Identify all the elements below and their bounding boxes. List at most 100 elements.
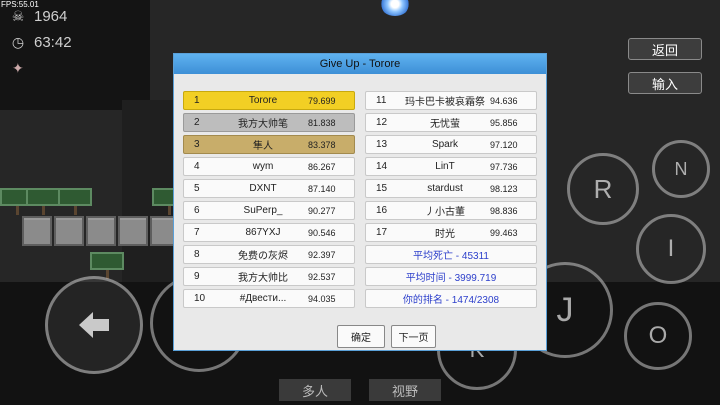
clear-time: 97.736 — [490, 161, 518, 172]
player-name: 免费の灰烬 — [238, 251, 288, 262]
arrow-left-icon — [79, 312, 109, 338]
leaderboard-row: 10 #Двести... 94.035 — [183, 289, 355, 308]
clear-time: 81.838 — [308, 117, 336, 128]
input-button[interactable]: 输入 — [628, 72, 702, 94]
timer-value: 63:42 — [34, 34, 72, 51]
player-name: LinT — [435, 161, 455, 172]
level-sign — [26, 188, 60, 215]
stone-block — [22, 216, 52, 246]
clock-icon: ◷ — [11, 34, 25, 50]
player-name: 867YXJ — [245, 227, 281, 238]
right-rows: 11 玛卡巴卡被哀霜祭 94.636 12 无忧萤 95.856 13 Spark 97.120… — [365, 91, 537, 242]
clear-time: 95.856 — [490, 117, 518, 128]
i-button[interactable]: I — [636, 214, 706, 284]
leaderboard-row: 9 我方大帅比 92.537 — [183, 267, 355, 286]
next-page-button[interactable]: 下一页 — [391, 325, 436, 348]
timer: ◷ 63:42 — [10, 34, 72, 51]
leaderboard-row: 14 LinT 97.736 — [365, 157, 537, 176]
give-up-dialog: Give Up - Torore 1 Torore 79.699 2 我方大帅笔 81.8… — [173, 53, 547, 351]
player-name: SuPerp_ — [243, 205, 283, 216]
rank-number: 17 — [376, 227, 388, 238]
player-name: stardust — [427, 183, 463, 194]
leaderboard-row: 12 无忧萤 95.856 — [365, 113, 537, 132]
sparkle-icon: ✦ — [12, 60, 24, 76]
player-name: DXNT — [249, 183, 277, 194]
player-name: Torore — [248, 95, 278, 106]
clear-time: 94.636 — [490, 95, 518, 106]
stone-block — [54, 216, 84, 246]
rank-number: 11 — [376, 95, 387, 106]
block-row — [22, 216, 180, 246]
clear-time: 90.277 — [308, 205, 336, 216]
rank-number: 7 — [194, 227, 200, 238]
leaderboard-row: 6 SuPerp_ 90.277 — [183, 201, 355, 220]
leaderboard-row: 17 时光 99.463 — [365, 223, 537, 242]
level-sign — [58, 188, 92, 215]
player-name: wym — [252, 161, 274, 172]
clear-time: 98.123 — [490, 183, 518, 194]
back-button[interactable]: 返回 — [628, 38, 702, 60]
player-name: 无忧萤 — [430, 119, 460, 130]
leaderboard-row: 5 DXNT 87.140 — [183, 179, 355, 198]
clear-time: 79.699 — [308, 95, 336, 106]
leaderboard-row: 15 stardust 98.123 — [365, 179, 537, 198]
death-count: 1964 — [34, 8, 68, 25]
death-counter: ☠ 1964 — [10, 8, 68, 25]
clear-time: 83.378 — [308, 139, 336, 150]
skull-icon: ☠ — [11, 8, 25, 24]
leaderboard-row: 3 隼人 83.378 — [183, 135, 355, 154]
r-button[interactable]: R — [567, 153, 639, 225]
clear-time: 86.267 — [308, 161, 336, 172]
clear-time: 94.035 — [308, 293, 336, 304]
leaderboard-right-column: 11 玛卡巴卡被哀霜祭 94.636 12 无忧萤 95.856 13 Spark 97.120… — [365, 91, 537, 311]
player-name: Spark — [431, 139, 459, 150]
move-left-button[interactable] — [45, 276, 143, 374]
leaderboard-row: 1 Torore 79.699 — [183, 91, 355, 110]
rank-number: 12 — [376, 117, 388, 128]
clear-time: 99.463 — [490, 227, 518, 238]
rank-number: 1 — [194, 95, 200, 106]
average-deaths: 平均死亡 - 45311 — [365, 245, 537, 264]
rank-number: 10 — [194, 293, 206, 304]
leaderboard-left-column: 1 Torore 79.699 2 我方大帅笔 81.838 3 隼人 83.378 4 wym 86… — [183, 91, 355, 311]
leaderboard-row: 13 Spark 97.120 — [365, 135, 537, 154]
player-name: 丿小古董 — [425, 207, 465, 218]
stone-block — [86, 216, 116, 246]
rank-number: 5 — [194, 183, 200, 194]
o-button[interactable]: O — [624, 302, 692, 370]
leaderboard-row: 16 丿小古董 98.836 — [365, 201, 537, 220]
level-sign — [90, 252, 124, 279]
player-name: 隼人 — [253, 141, 273, 152]
clear-time: 92.537 — [308, 271, 336, 282]
player-name: 我方大帅比 — [238, 273, 288, 284]
your-rank: 你的排名 - 1474/2308 — [365, 289, 537, 308]
multiplayer-button[interactable]: 多人 — [279, 379, 351, 401]
rank-number: 16 — [376, 205, 388, 216]
leaderboard-row: 8 免费の灰烬 92.397 — [183, 245, 355, 264]
player-name: 玛卡巴卡被哀霜祭 — [405, 97, 485, 108]
clear-time: 87.140 — [308, 183, 336, 194]
confirm-button[interactable]: 确定 — [337, 325, 385, 348]
rank-number: 9 — [194, 271, 200, 282]
dialog-title: Give Up - Torore — [174, 54, 546, 74]
rank-number: 13 — [376, 139, 388, 150]
clear-time: 98.836 — [490, 205, 518, 216]
leaderboard-row: 11 玛卡巴卡被哀霜祭 94.636 — [365, 91, 537, 110]
leaderboard-row: 7 867YXJ 90.546 — [183, 223, 355, 242]
rank-number: 8 — [194, 249, 200, 260]
rank-number: 3 — [194, 139, 200, 150]
clear-time: 92.397 — [308, 249, 336, 260]
n-button[interactable]: N — [652, 140, 710, 198]
view-button[interactable]: 视野 — [369, 379, 441, 401]
leaderboard-row: 4 wym 86.267 — [183, 157, 355, 176]
rank-number: 14 — [376, 161, 388, 172]
stone-block — [118, 216, 148, 246]
clear-time: 90.546 — [308, 227, 336, 238]
clear-time: 97.120 — [490, 139, 518, 150]
player-name: #Двести... — [239, 293, 287, 304]
rank-number: 6 — [194, 205, 200, 216]
player-name: 时光 — [435, 229, 455, 240]
player-name: 我方大帅笔 — [238, 119, 288, 130]
rank-number: 15 — [376, 183, 388, 194]
average-time: 平均时间 - 3999.719 — [365, 267, 537, 286]
